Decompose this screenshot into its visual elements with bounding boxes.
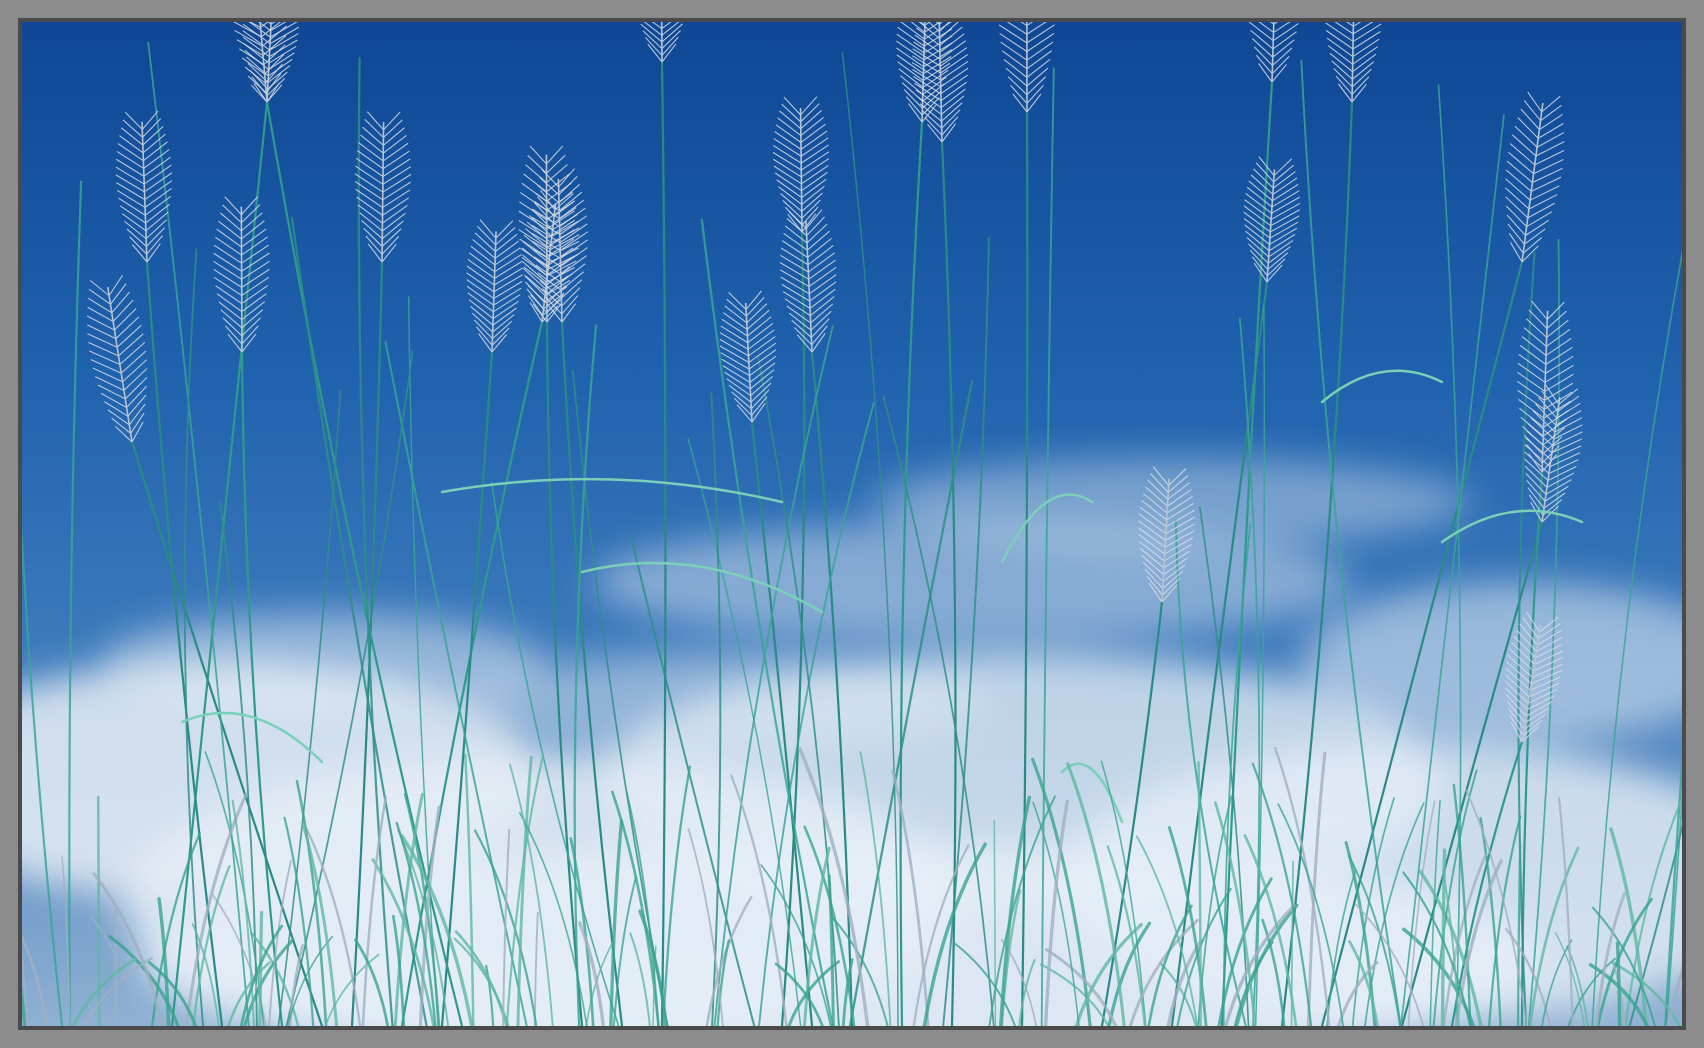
artwork-canvas bbox=[18, 18, 1686, 1030]
grass-tuft bbox=[1615, 941, 1622, 1026]
picture-frame bbox=[0, 0, 1704, 1048]
grass-tuft bbox=[258, 910, 264, 1026]
grass-tuft bbox=[96, 796, 101, 1026]
grass-painting bbox=[22, 22, 1682, 1026]
